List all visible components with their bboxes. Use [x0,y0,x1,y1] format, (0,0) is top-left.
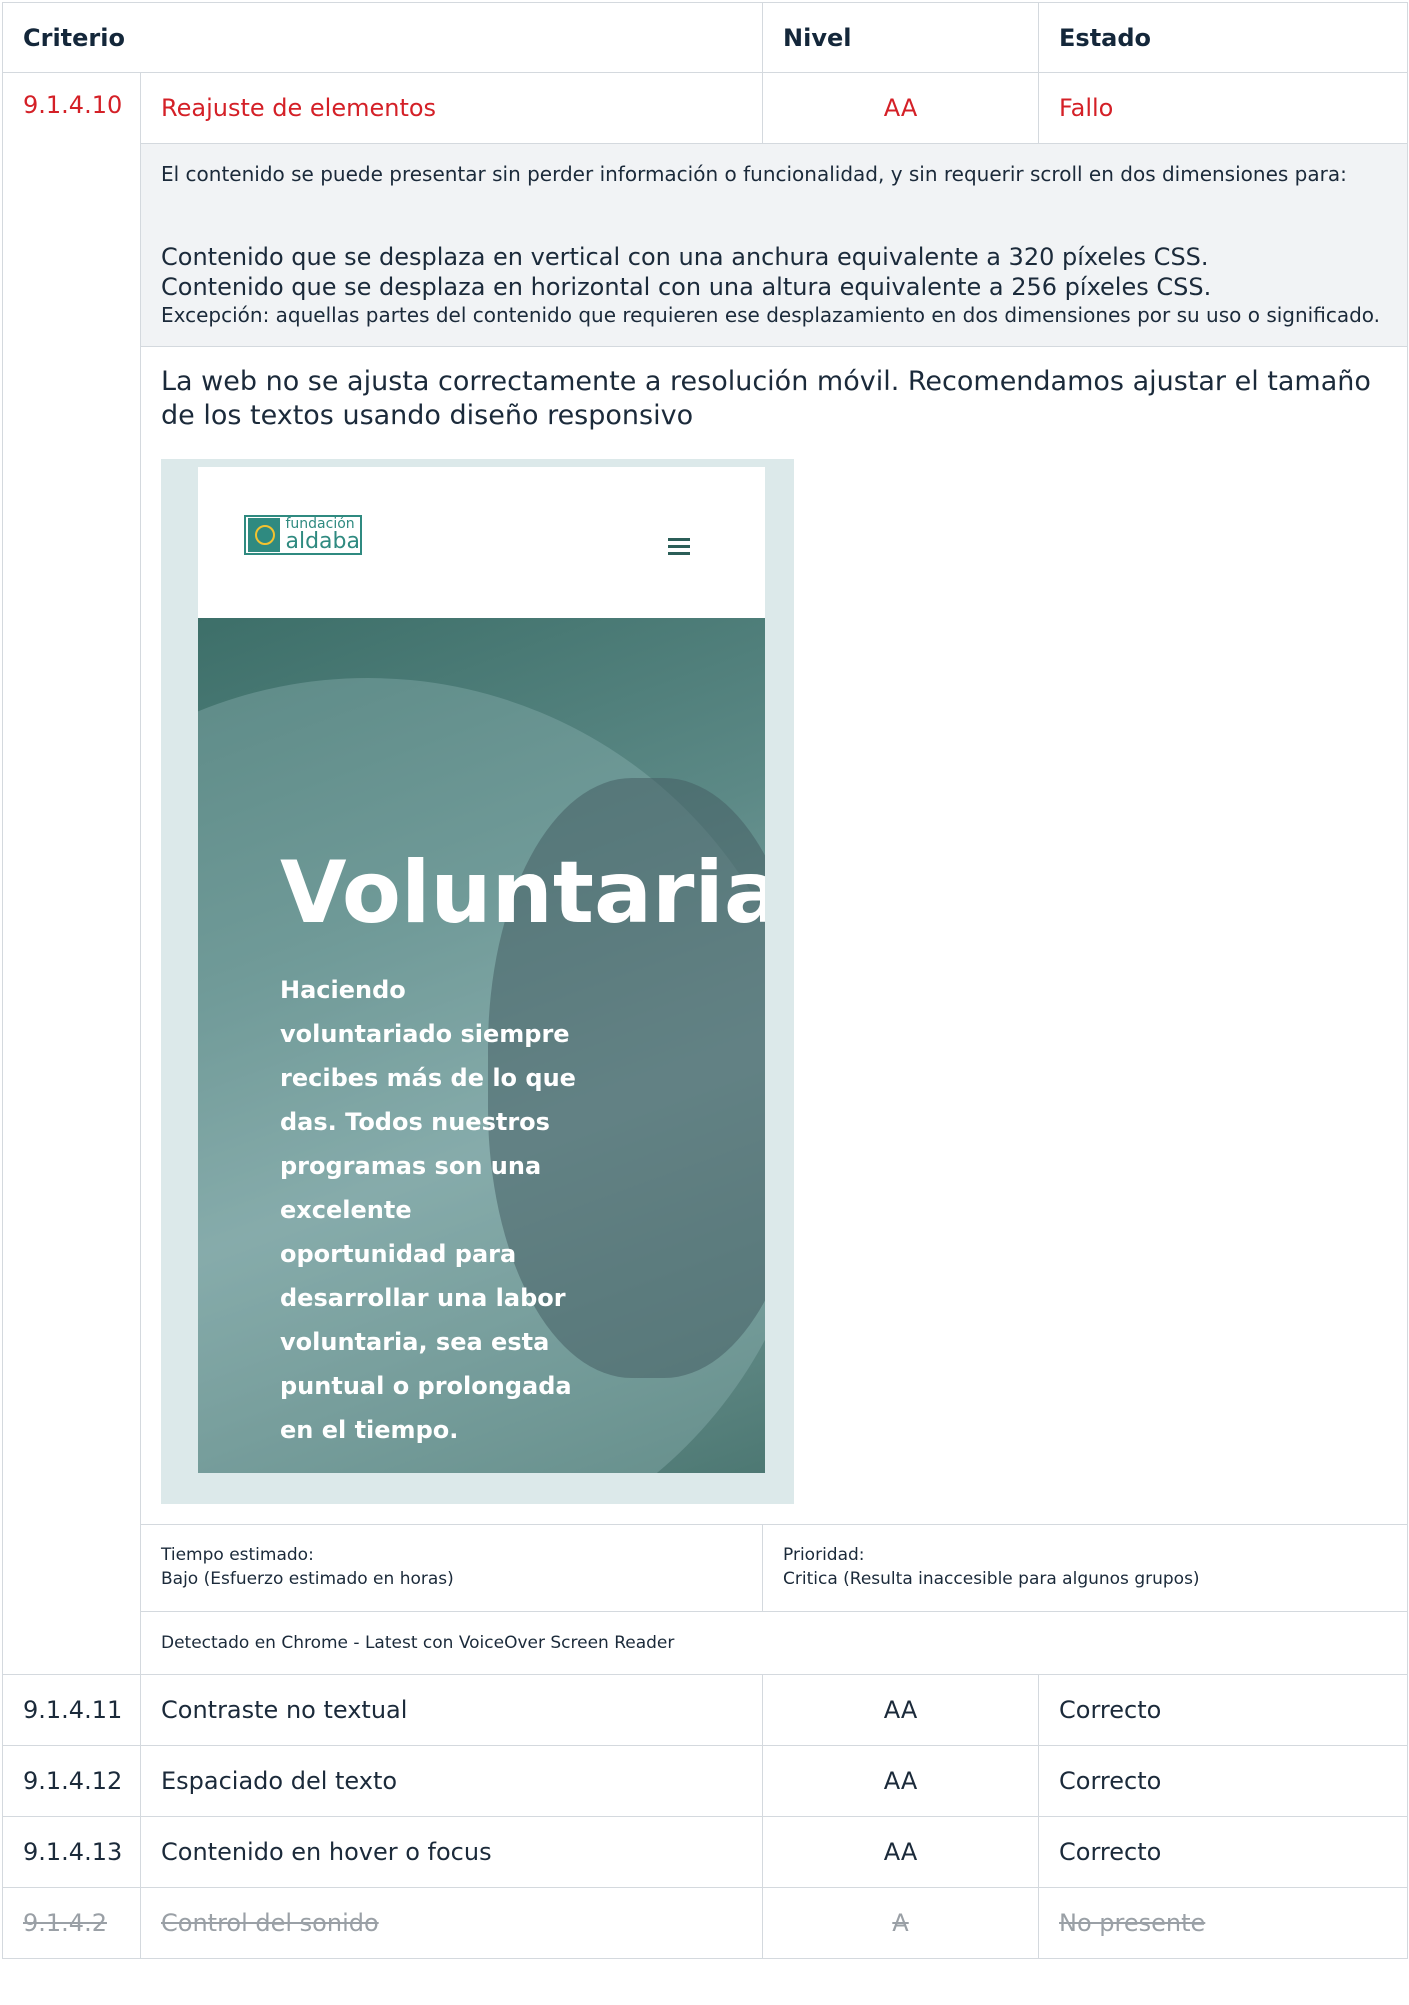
meta-row: Tiempo estimado: Bajo (Esfuerzo estimado… [3,1523,1409,1612]
criteria-table: Criterio Nivel Estado 9.1.4.10 Reajuste … [1,2,1409,1959]
description-intro: El contenido se puede presentar sin perd… [161,162,1347,186]
criterion-state: Correcto [1038,1815,1409,1888]
detected-in: Detectado en Chrome - Latest con VoiceOv… [139,1610,1409,1675]
issue-note: La web no se ajusta correctamente a reso… [139,345,1409,1525]
criterion-level: AA [762,1815,1040,1888]
logo-big-text: aldaba [285,528,361,554]
criterion-level: A [762,1886,1040,1959]
table-header: Criterio Nivel Estado [1,2,1409,73]
phone-viewport: fundación aldaba Voluntariado Haciendo v… [198,466,765,1473]
table-row[interactable]: 9.1.4.2 Control del sonido A No presente [2,1886,1409,1959]
criterion-level: AA [762,1673,1040,1746]
criterion-name[interactable]: Control del sonido [139,1886,764,1959]
table-row[interactable]: 9.1.4.12 Espaciado del texto AA Correcto [2,1744,1409,1817]
note-row: La web no se ajusta correctamente a reso… [3,345,1409,1525]
mobile-screenshot: fundación aldaba Voluntariado Haciendo v… [161,458,794,1504]
criterion-level: AA [762,1744,1040,1817]
criterion-id: 9.1.4.2 [2,1886,141,1959]
priority-value: Critica (Resulta inaccesible para alguno… [783,1568,1200,1589]
criterion-id: 9.1.4.12 [2,1744,141,1817]
criterion-state: No presente [1038,1886,1409,1959]
description-exception: Excepción: aquellas partes del contenido… [161,302,1381,327]
hamburger-menu-icon [668,537,690,556]
fundacion-aldaba-logo: fundación aldaba [244,514,362,555]
issue-note-text: La web no se ajusta correctamente a reso… [161,365,1371,431]
criterion-id: 9.1.4.13 [2,1815,141,1888]
detected-row: Detectado en Chrome - Latest con VoiceOv… [3,1610,1409,1675]
criterion-name[interactable]: Espaciado del texto [139,1744,764,1817]
estimated-time-value: Bajo (Esfuerzo estimado en horas) [161,1568,454,1589]
table-row[interactable]: 9.1.4.10 Reajuste de elementos AA Fallo [2,72,1409,1675]
criterion-state: Correcto [1038,1744,1409,1817]
hero-title: Voluntariado [280,842,765,943]
header-criterion: Criterio [1,2,764,73]
description-line-1: Contenido que se desplaza en vertical co… [161,242,1209,271]
description-line-2: Contenido que se desplaza en horizontal … [161,272,1212,301]
estimated-time-label: Tiempo estimado: [161,1544,314,1565]
criterion-level: AA [762,72,1040,144]
hero-copy: Haciendo voluntariado siempre recibes má… [280,975,576,1444]
priority: Prioridad: Critica (Resulta inaccesible … [762,1523,1409,1612]
logo-icon [248,517,280,552]
table-row[interactable]: 9.1.4.11 Contraste no textual AA Correct… [2,1673,1409,1746]
header-state: Estado [1038,2,1409,73]
criterion-name[interactable]: Contraste no textual [139,1673,764,1746]
criterion-name[interactable]: Contenido en hover o focus [139,1815,764,1888]
criterion-id: 9.1.4.10 [2,72,141,1675]
priority-label: Prioridad: [783,1544,865,1565]
header-level: Nivel [762,2,1040,73]
phone-header: fundación aldaba [198,466,765,618]
criterion-state: Fallo [1038,72,1409,144]
criterion-id: 9.1.4.11 [2,1673,141,1746]
criterion-state: Correcto [1038,1673,1409,1746]
description-row: El contenido se puede presentar sin perd… [3,143,1409,347]
criterion-name[interactable]: Reajuste de elementos [139,72,764,144]
hero-banner: Voluntariado Haciendo voluntariado siemp… [198,617,765,1473]
criterion-description: El contenido se puede presentar sin perd… [139,143,1409,347]
table-row[interactable]: 9.1.4.13 Contenido en hover o focus AA C… [2,1815,1409,1888]
estimated-time: Tiempo estimado: Bajo (Esfuerzo estimado… [139,1523,764,1612]
